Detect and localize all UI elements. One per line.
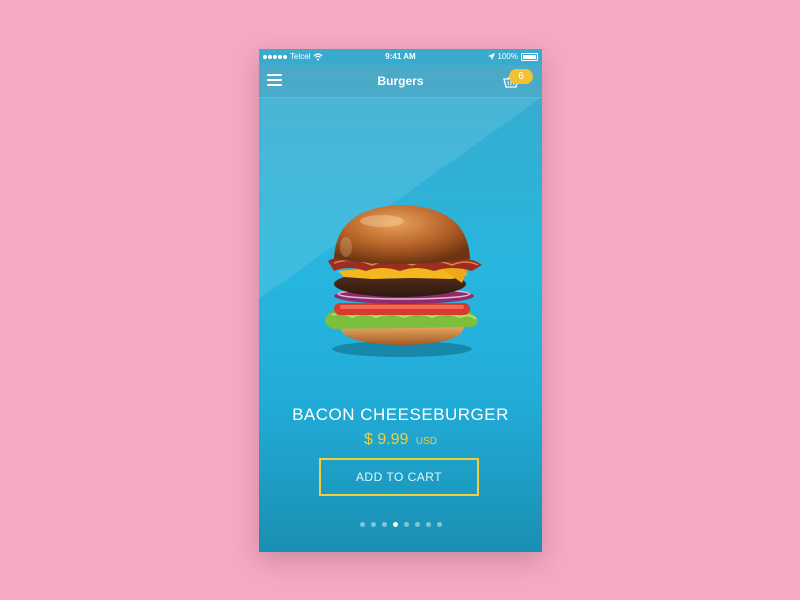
page-dot[interactable] [436, 522, 442, 527]
price-currency: USD [415, 436, 438, 447]
page-indicator [259, 522, 542, 527]
cart-count-badge[interactable]: 6 [509, 69, 533, 84]
status-right: 100% [487, 52, 538, 61]
battery-icon [521, 52, 538, 61]
page-title: Burgers [377, 74, 424, 88]
page-dot[interactable] [359, 522, 365, 527]
status-bar: Telcel 9:41 AM 100% [259, 49, 542, 65]
navigation-bar: Burgers 6 [259, 65, 542, 98]
page-dot[interactable] [392, 522, 398, 527]
page-dot[interactable] [414, 522, 420, 527]
price-amount: $ 9.99 [363, 431, 409, 448]
location-arrow-icon [487, 53, 495, 60]
burger-image [325, 205, 482, 357]
product-price: $ 9.99 USD [259, 431, 542, 449]
battery-percentage: 100% [497, 52, 518, 61]
phone-screen: Telcel 9:41 AM 100% Burgers 6 BACON CHEE… [259, 49, 542, 552]
product-name: BACON CHEESEBURGER [292, 405, 509, 424]
page-dot[interactable] [403, 522, 409, 527]
add-to-cart-button[interactable]: ADD TO CART [319, 458, 479, 496]
page-dot[interactable] [370, 522, 376, 527]
page-dot[interactable] [425, 522, 431, 527]
page-dot[interactable] [381, 522, 387, 527]
